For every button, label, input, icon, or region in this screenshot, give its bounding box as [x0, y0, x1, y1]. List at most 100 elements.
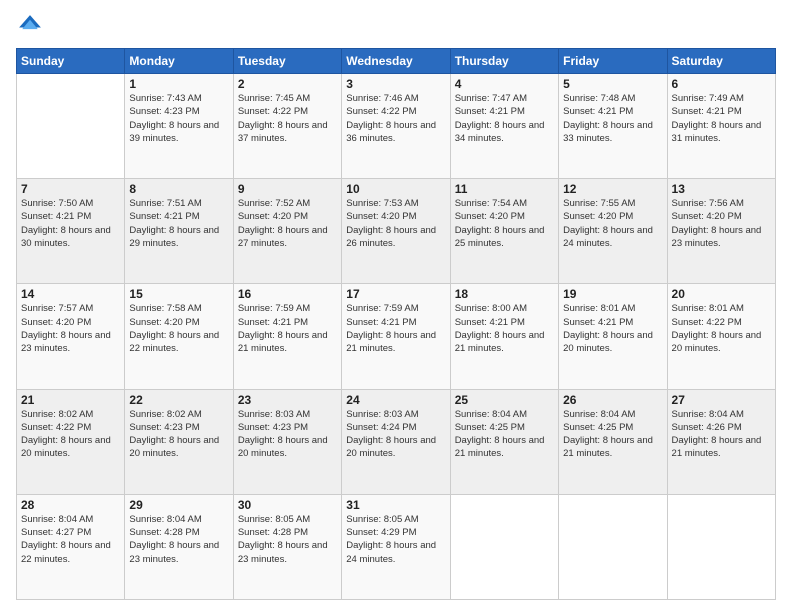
calendar-cell: 23Sunrise: 8:03 AMSunset: 4:23 PMDayligh…: [233, 389, 341, 494]
day-info: Sunrise: 7:50 AMSunset: 4:21 PMDaylight:…: [21, 197, 120, 250]
day-info: Sunrise: 8:05 AMSunset: 4:28 PMDaylight:…: [238, 513, 337, 566]
day-info: Sunrise: 7:45 AMSunset: 4:22 PMDaylight:…: [238, 92, 337, 145]
day-info: Sunrise: 8:02 AMSunset: 4:22 PMDaylight:…: [21, 408, 120, 461]
day-number: 19: [563, 287, 662, 301]
day-info: Sunrise: 7:57 AMSunset: 4:20 PMDaylight:…: [21, 302, 120, 355]
calendar-cell: 26Sunrise: 8:04 AMSunset: 4:25 PMDayligh…: [559, 389, 667, 494]
day-info: Sunrise: 7:43 AMSunset: 4:23 PMDaylight:…: [129, 92, 228, 145]
logo-icon: [16, 12, 44, 40]
day-info: Sunrise: 7:53 AMSunset: 4:20 PMDaylight:…: [346, 197, 445, 250]
day-number: 3: [346, 77, 445, 91]
day-number: 5: [563, 77, 662, 91]
calendar-cell: [667, 494, 775, 599]
day-info: Sunrise: 7:49 AMSunset: 4:21 PMDaylight:…: [672, 92, 771, 145]
weekday-header-thursday: Thursday: [450, 49, 558, 74]
day-number: 14: [21, 287, 120, 301]
day-info: Sunrise: 8:02 AMSunset: 4:23 PMDaylight:…: [129, 408, 228, 461]
day-number: 1: [129, 77, 228, 91]
day-number: 16: [238, 287, 337, 301]
calendar-cell: 12Sunrise: 7:55 AMSunset: 4:20 PMDayligh…: [559, 179, 667, 284]
day-info: Sunrise: 7:56 AMSunset: 4:20 PMDaylight:…: [672, 197, 771, 250]
day-info: Sunrise: 8:01 AMSunset: 4:21 PMDaylight:…: [563, 302, 662, 355]
calendar-cell: 17Sunrise: 7:59 AMSunset: 4:21 PMDayligh…: [342, 284, 450, 389]
calendar-cell: 27Sunrise: 8:04 AMSunset: 4:26 PMDayligh…: [667, 389, 775, 494]
day-number: 22: [129, 393, 228, 407]
logo: [16, 12, 48, 40]
calendar-cell: 18Sunrise: 8:00 AMSunset: 4:21 PMDayligh…: [450, 284, 558, 389]
day-number: 8: [129, 182, 228, 196]
day-number: 10: [346, 182, 445, 196]
calendar-cell: 13Sunrise: 7:56 AMSunset: 4:20 PMDayligh…: [667, 179, 775, 284]
weekday-header-wednesday: Wednesday: [342, 49, 450, 74]
page: SundayMondayTuesdayWednesdayThursdayFrid…: [0, 0, 792, 612]
day-info: Sunrise: 7:47 AMSunset: 4:21 PMDaylight:…: [455, 92, 554, 145]
day-number: 13: [672, 182, 771, 196]
weekday-header-monday: Monday: [125, 49, 233, 74]
calendar-cell: 10Sunrise: 7:53 AMSunset: 4:20 PMDayligh…: [342, 179, 450, 284]
calendar-cell: [559, 494, 667, 599]
day-info: Sunrise: 8:03 AMSunset: 4:24 PMDaylight:…: [346, 408, 445, 461]
day-info: Sunrise: 8:04 AMSunset: 4:25 PMDaylight:…: [455, 408, 554, 461]
day-info: Sunrise: 8:01 AMSunset: 4:22 PMDaylight:…: [672, 302, 771, 355]
calendar-cell: 20Sunrise: 8:01 AMSunset: 4:22 PMDayligh…: [667, 284, 775, 389]
day-number: 28: [21, 498, 120, 512]
day-info: Sunrise: 8:00 AMSunset: 4:21 PMDaylight:…: [455, 302, 554, 355]
day-number: 9: [238, 182, 337, 196]
calendar-cell: 5Sunrise: 7:48 AMSunset: 4:21 PMDaylight…: [559, 74, 667, 179]
calendar-cell: 28Sunrise: 8:04 AMSunset: 4:27 PMDayligh…: [17, 494, 125, 599]
day-number: 31: [346, 498, 445, 512]
day-info: Sunrise: 8:05 AMSunset: 4:29 PMDaylight:…: [346, 513, 445, 566]
day-info: Sunrise: 8:04 AMSunset: 4:26 PMDaylight:…: [672, 408, 771, 461]
day-info: Sunrise: 7:55 AMSunset: 4:20 PMDaylight:…: [563, 197, 662, 250]
weekday-header-friday: Friday: [559, 49, 667, 74]
calendar-cell: 2Sunrise: 7:45 AMSunset: 4:22 PMDaylight…: [233, 74, 341, 179]
weekday-header-sunday: Sunday: [17, 49, 125, 74]
day-info: Sunrise: 7:52 AMSunset: 4:20 PMDaylight:…: [238, 197, 337, 250]
day-info: Sunrise: 7:59 AMSunset: 4:21 PMDaylight:…: [346, 302, 445, 355]
day-info: Sunrise: 7:51 AMSunset: 4:21 PMDaylight:…: [129, 197, 228, 250]
day-info: Sunrise: 7:58 AMSunset: 4:20 PMDaylight:…: [129, 302, 228, 355]
day-number: 18: [455, 287, 554, 301]
calendar-cell: 8Sunrise: 7:51 AMSunset: 4:21 PMDaylight…: [125, 179, 233, 284]
calendar-cell: 11Sunrise: 7:54 AMSunset: 4:20 PMDayligh…: [450, 179, 558, 284]
weekday-header-tuesday: Tuesday: [233, 49, 341, 74]
header: [16, 12, 776, 40]
day-number: 23: [238, 393, 337, 407]
calendar-cell: 14Sunrise: 7:57 AMSunset: 4:20 PMDayligh…: [17, 284, 125, 389]
day-info: Sunrise: 7:46 AMSunset: 4:22 PMDaylight:…: [346, 92, 445, 145]
calendar-cell: 19Sunrise: 8:01 AMSunset: 4:21 PMDayligh…: [559, 284, 667, 389]
day-number: 20: [672, 287, 771, 301]
calendar-cell: 31Sunrise: 8:05 AMSunset: 4:29 PMDayligh…: [342, 494, 450, 599]
calendar-cell: 1Sunrise: 7:43 AMSunset: 4:23 PMDaylight…: [125, 74, 233, 179]
day-number: 27: [672, 393, 771, 407]
day-number: 30: [238, 498, 337, 512]
day-number: 15: [129, 287, 228, 301]
calendar-cell: 16Sunrise: 7:59 AMSunset: 4:21 PMDayligh…: [233, 284, 341, 389]
day-number: 29: [129, 498, 228, 512]
calendar-cell: 4Sunrise: 7:47 AMSunset: 4:21 PMDaylight…: [450, 74, 558, 179]
calendar-cell: 30Sunrise: 8:05 AMSunset: 4:28 PMDayligh…: [233, 494, 341, 599]
day-number: 24: [346, 393, 445, 407]
calendar-cell: 3Sunrise: 7:46 AMSunset: 4:22 PMDaylight…: [342, 74, 450, 179]
day-number: 17: [346, 287, 445, 301]
calendar-cell: 22Sunrise: 8:02 AMSunset: 4:23 PMDayligh…: [125, 389, 233, 494]
calendar-cell: 25Sunrise: 8:04 AMSunset: 4:25 PMDayligh…: [450, 389, 558, 494]
day-number: 26: [563, 393, 662, 407]
calendar-cell: 7Sunrise: 7:50 AMSunset: 4:21 PMDaylight…: [17, 179, 125, 284]
day-info: Sunrise: 8:04 AMSunset: 4:25 PMDaylight:…: [563, 408, 662, 461]
day-info: Sunrise: 8:03 AMSunset: 4:23 PMDaylight:…: [238, 408, 337, 461]
calendar-cell: 29Sunrise: 8:04 AMSunset: 4:28 PMDayligh…: [125, 494, 233, 599]
calendar-table: SundayMondayTuesdayWednesdayThursdayFrid…: [16, 48, 776, 600]
calendar-cell: 21Sunrise: 8:02 AMSunset: 4:22 PMDayligh…: [17, 389, 125, 494]
day-number: 25: [455, 393, 554, 407]
calendar-cell: 24Sunrise: 8:03 AMSunset: 4:24 PMDayligh…: [342, 389, 450, 494]
calendar-cell: [450, 494, 558, 599]
day-number: 6: [672, 77, 771, 91]
day-info: Sunrise: 7:48 AMSunset: 4:21 PMDaylight:…: [563, 92, 662, 145]
weekday-header-saturday: Saturday: [667, 49, 775, 74]
day-number: 7: [21, 182, 120, 196]
calendar-cell: [17, 74, 125, 179]
day-number: 21: [21, 393, 120, 407]
day-info: Sunrise: 8:04 AMSunset: 4:27 PMDaylight:…: [21, 513, 120, 566]
day-info: Sunrise: 8:04 AMSunset: 4:28 PMDaylight:…: [129, 513, 228, 566]
